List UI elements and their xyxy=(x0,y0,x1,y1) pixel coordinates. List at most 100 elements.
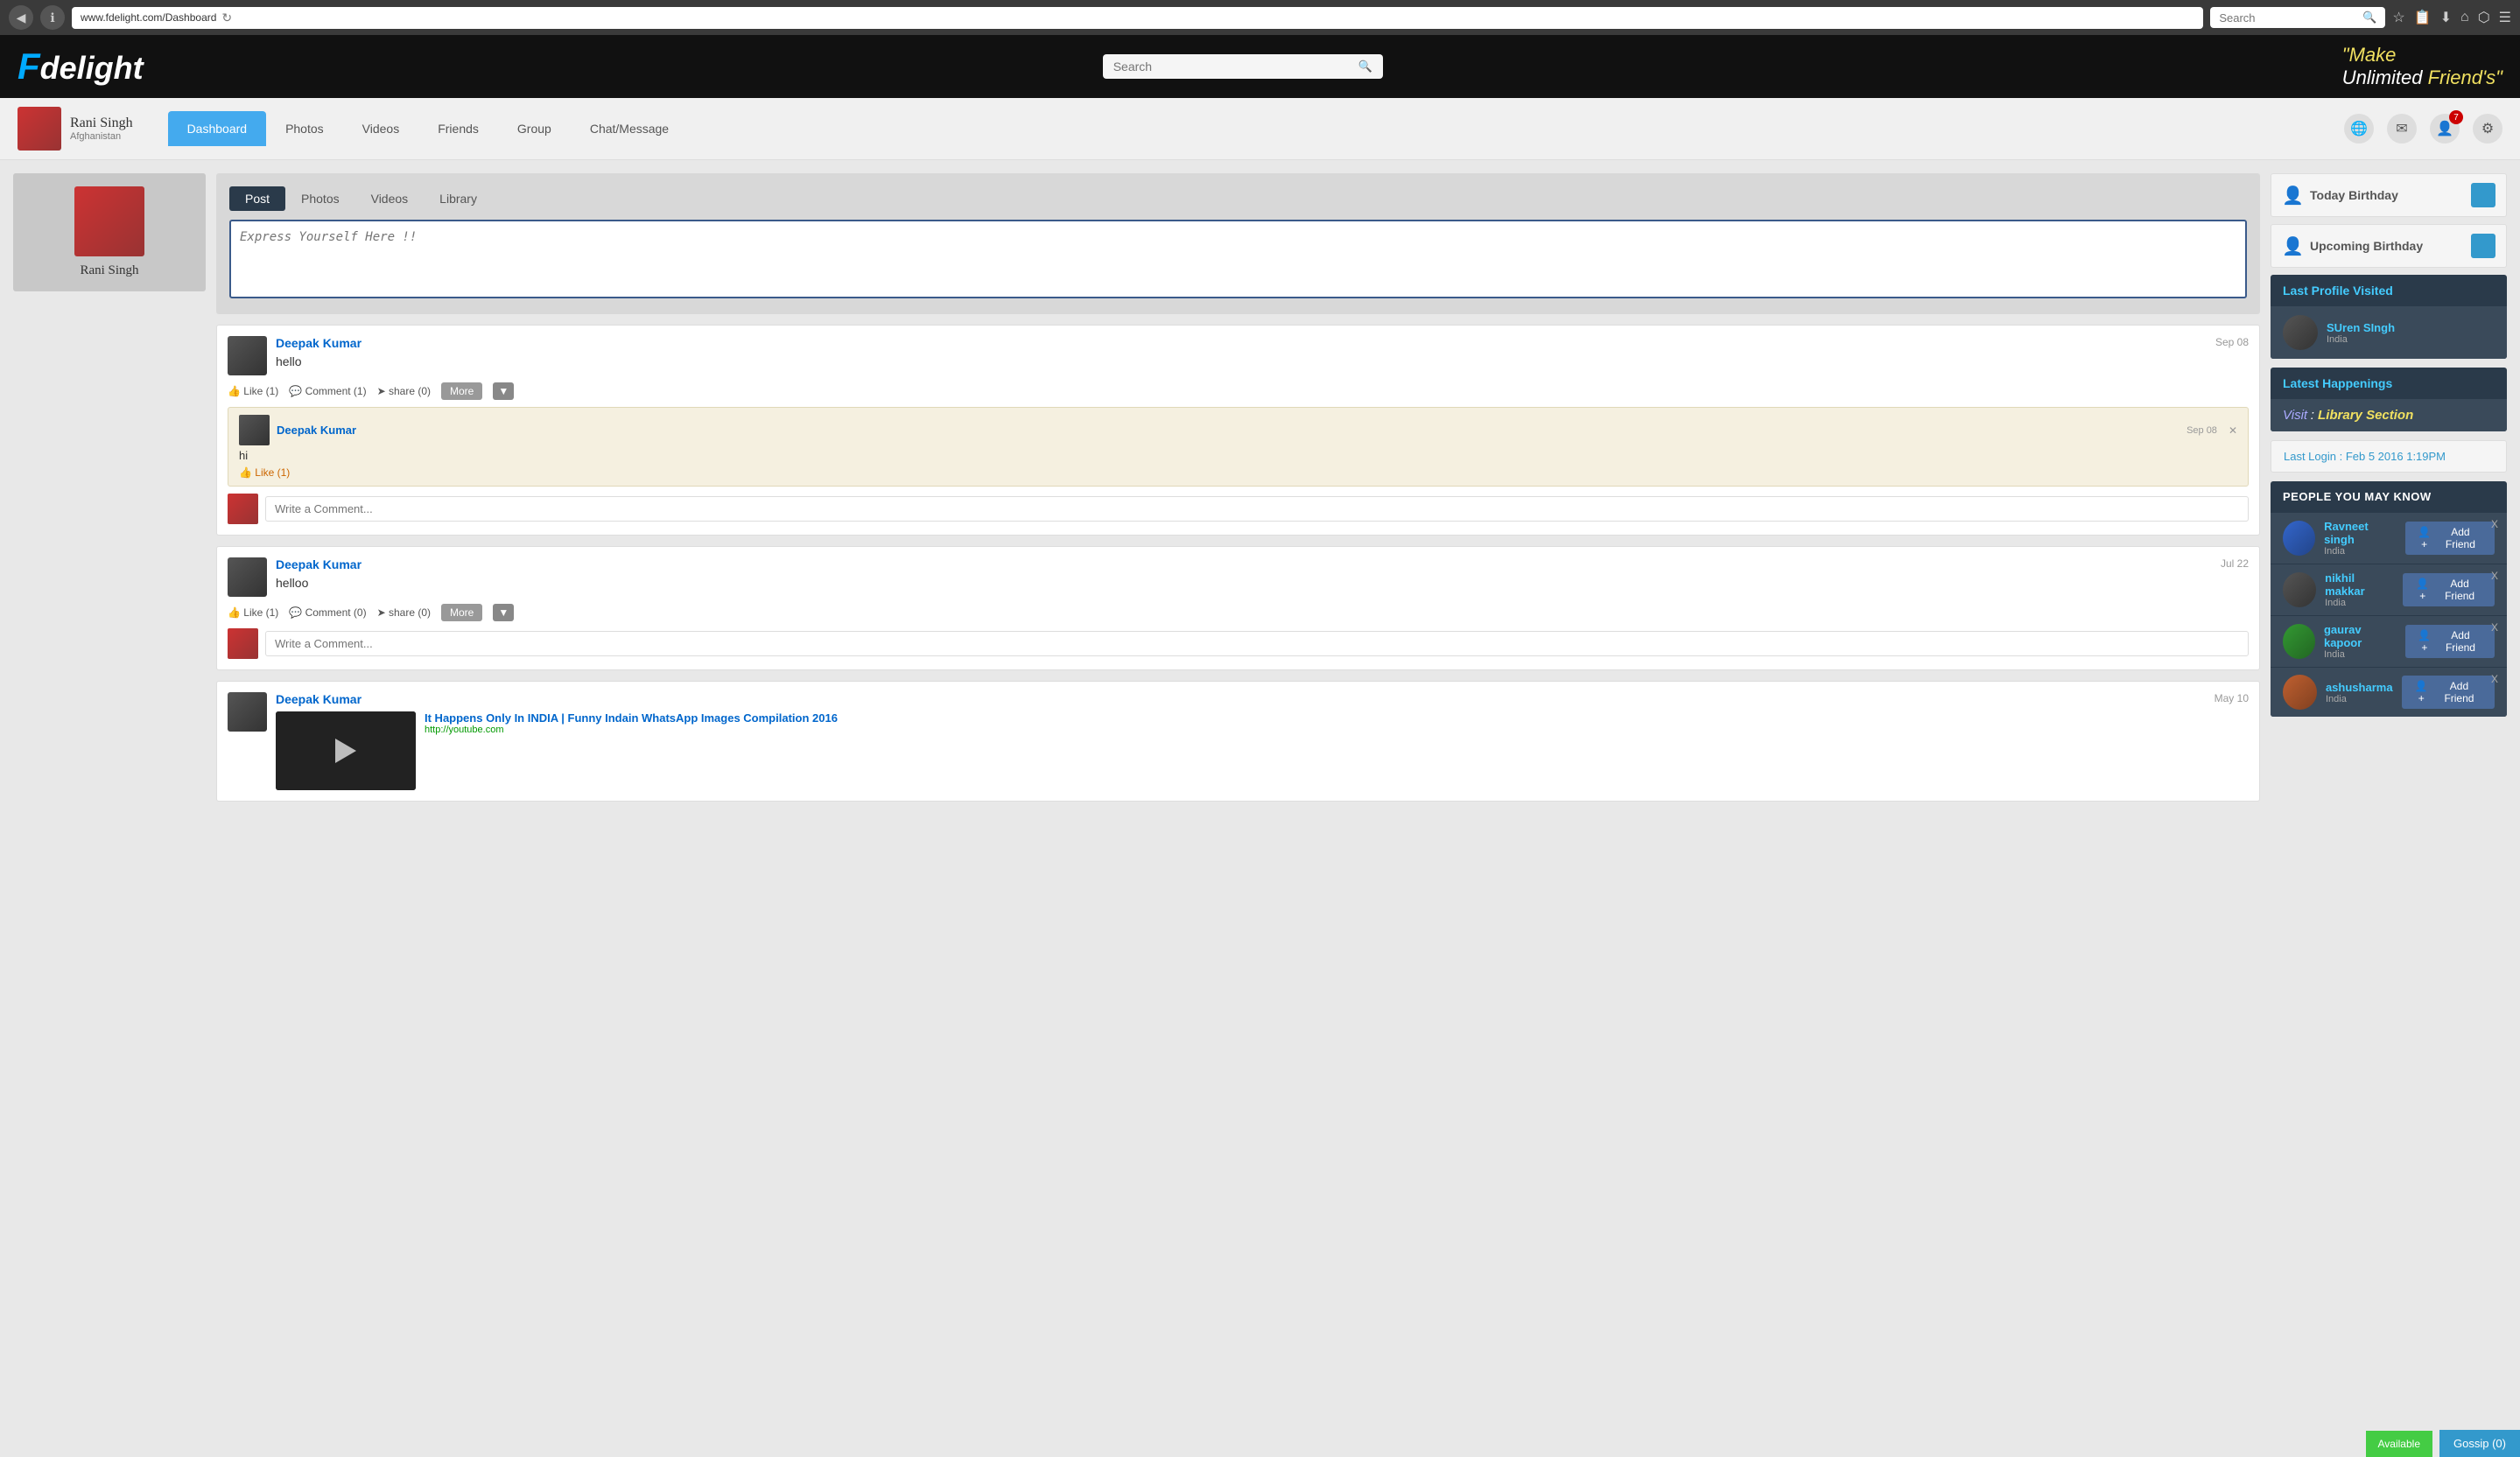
last-profile-item: SUren SIngh India xyxy=(2283,315,2495,350)
url-text: www.fdelight.com/Dashboard xyxy=(81,11,216,24)
upcoming-birthday-card: 👤 Upcoming Birthday xyxy=(2271,224,2507,268)
tab-group[interactable]: Group xyxy=(498,111,571,146)
main-nav: Dashboard Photos Videos Friends Group Ch… xyxy=(151,111,2344,146)
video-url-3: http://youtube.com xyxy=(425,725,2206,735)
happenings-section: Latest Happenings Visit : Library Sectio… xyxy=(2271,368,2507,431)
comment-input-2[interactable] xyxy=(265,631,2249,656)
comment-input-avatar-2 xyxy=(228,628,258,659)
people-name-1[interactable]: nikhil makkar xyxy=(2325,571,2394,598)
post-tab-videos[interactable]: Videos xyxy=(355,186,425,211)
info-button[interactable]: ℹ xyxy=(40,5,65,30)
people-name-3[interactable]: ashusharma xyxy=(2326,681,2393,694)
last-profile-header: Last Profile Visited xyxy=(2271,275,2507,306)
comment-like-1[interactable]: 👍 Like (1) xyxy=(239,466,290,479)
people-country-2: India xyxy=(2324,649,2397,660)
post-tab-library[interactable]: Library xyxy=(424,186,493,211)
settings-icon-btn[interactable]: ⚙ xyxy=(2473,114,2502,144)
share-button-2[interactable]: ➤ share (0) xyxy=(377,606,431,619)
upcoming-birthday-icon: 👤 xyxy=(2282,235,2303,256)
browser-search-input[interactable] xyxy=(2219,11,2357,25)
play-icon-3 xyxy=(335,739,356,763)
feed-username-1[interactable]: Deepak Kumar xyxy=(276,336,362,350)
comment-input-1[interactable] xyxy=(265,496,2249,522)
comment-username-1[interactable]: Deepak Kumar xyxy=(277,424,356,437)
post-tab-photos[interactable]: Photos xyxy=(285,186,355,211)
people-close-1[interactable]: X xyxy=(2491,570,2498,582)
tagline-make: "Make xyxy=(2342,44,2397,66)
download-icon[interactable]: ⬇ xyxy=(2440,9,2452,26)
tagline-friends: Friend's" xyxy=(2428,67,2502,88)
add-friend-button-1[interactable]: 👤+ Add Friend xyxy=(2403,573,2495,606)
tagline-unlimited: Unlimited xyxy=(2342,67,2428,88)
people-name-2[interactable]: gaurav kapoor xyxy=(2324,623,2397,649)
more-button-2[interactable]: More xyxy=(441,604,482,621)
video-title-3[interactable]: It Happens Only In INDIA | Funny Indain … xyxy=(425,711,2206,725)
post-tab-post[interactable]: Post xyxy=(229,186,285,211)
more-arrow-1[interactable]: ▼ xyxy=(493,382,514,400)
add-friend-icon-2: 👤+ xyxy=(2416,629,2433,654)
today-birthday-toggle[interactable] xyxy=(2471,183,2495,207)
logo-delight: delight xyxy=(40,50,144,86)
people-name-0[interactable]: Ravneet singh xyxy=(2324,520,2396,546)
tab-chat[interactable]: Chat/Message xyxy=(571,111,688,146)
today-birthday-label: Today Birthday xyxy=(2310,188,2398,202)
mail-icon-btn[interactable]: ✉ xyxy=(2387,114,2417,144)
pocket-icon[interactable]: ⬡ xyxy=(2478,9,2490,26)
tab-dashboard[interactable]: Dashboard xyxy=(168,111,267,146)
feed-avatar-3 xyxy=(228,692,267,732)
profile-name: Rani Singh xyxy=(80,263,138,278)
feed-header-1: Deepak Kumar hello Sep 08 xyxy=(228,336,2249,375)
tab-photos[interactable]: Photos xyxy=(266,111,343,146)
add-friend-button-3[interactable]: 👤+ Add Friend xyxy=(2402,676,2495,709)
add-friend-icon-0: 👤+ xyxy=(2416,526,2433,550)
last-profile-name[interactable]: SUren SIngh xyxy=(2327,321,2395,334)
people-close-3[interactable]: X xyxy=(2491,673,2498,685)
back-button[interactable]: ◀ xyxy=(9,5,33,30)
profile-card: Rani Singh xyxy=(13,173,206,291)
upcoming-birthday-left: 👤 Upcoming Birthday xyxy=(2282,235,2423,256)
site-search-icon[interactable]: 🔍 xyxy=(1358,60,1372,74)
globe-icon-btn[interactable]: 🌐 xyxy=(2344,114,2374,144)
gossip-bar[interactable]: Gossip (0) xyxy=(2439,1430,2520,1457)
add-friend-button-2[interactable]: 👤+ Add Friend xyxy=(2405,625,2495,658)
people-section: PEOPLE YOU MAY KNOW Ravneet singh India … xyxy=(2271,481,2507,717)
gossip-label: Gossip (0) xyxy=(2453,1437,2506,1450)
home-icon[interactable]: ⌂ xyxy=(2460,10,2469,25)
add-friend-icon-1: 👤+ xyxy=(2413,578,2432,602)
last-profile-avatar xyxy=(2283,315,2318,350)
menu-icon[interactable]: ☰ xyxy=(2499,9,2511,26)
feed-username-2[interactable]: Deepak Kumar xyxy=(276,557,362,571)
feed-username-3[interactable]: Deepak Kumar xyxy=(276,692,2206,706)
today-birthday-left: 👤 Today Birthday xyxy=(2282,185,2398,206)
like-button-1[interactable]: 👍 Like (1) xyxy=(228,385,278,397)
tab-friends[interactable]: Friends xyxy=(418,111,498,146)
happenings-visit-text[interactable]: Visit xyxy=(2283,408,2307,423)
people-close-2[interactable]: X xyxy=(2491,621,2498,634)
upcoming-birthday-toggle[interactable] xyxy=(2471,234,2495,258)
people-country-3: India xyxy=(2326,694,2393,704)
post-textarea[interactable] xyxy=(229,220,2247,298)
reload-button[interactable]: ↻ xyxy=(221,11,232,25)
user-avatar-nav xyxy=(18,107,61,151)
tab-videos[interactable]: Videos xyxy=(343,111,419,146)
comment-button-1[interactable]: 💬 Comment (1) xyxy=(289,385,366,397)
nav-icons: 🌐 ✉ 👤 7 ⚙ xyxy=(2344,114,2502,144)
reading-list-icon[interactable]: 📋 xyxy=(2414,9,2432,26)
site-search-input[interactable] xyxy=(1113,60,1351,74)
profile-avatar xyxy=(74,186,144,256)
people-close-0[interactable]: X xyxy=(2491,518,2498,530)
comment-button-2[interactable]: 💬 Comment (0) xyxy=(289,606,366,619)
like-button-2[interactable]: 👍 Like (1) xyxy=(228,606,278,619)
more-arrow-2[interactable]: ▼ xyxy=(493,604,514,621)
available-indicator: Available xyxy=(2366,1431,2432,1457)
comment-close-1[interactable]: ✕ xyxy=(2229,424,2237,437)
notifications-icon-btn[interactable]: 👤 7 xyxy=(2430,114,2460,144)
bookmark-star-icon[interactable]: ☆ xyxy=(2392,9,2404,26)
main-layout: Rani Singh Post Photos Videos Library De… xyxy=(0,160,2520,815)
more-button-1[interactable]: More xyxy=(441,382,482,400)
nav-bar: Rani Singh Afghanistan Dashboard Photos … xyxy=(0,98,2520,160)
add-friend-button-0[interactable]: 👤+ Add Friend xyxy=(2405,522,2495,555)
happenings-library-text[interactable]: Library Section xyxy=(2318,408,2413,423)
share-button-1[interactable]: ➤ share (0) xyxy=(377,385,431,397)
video-thumb-3[interactable] xyxy=(276,711,416,790)
